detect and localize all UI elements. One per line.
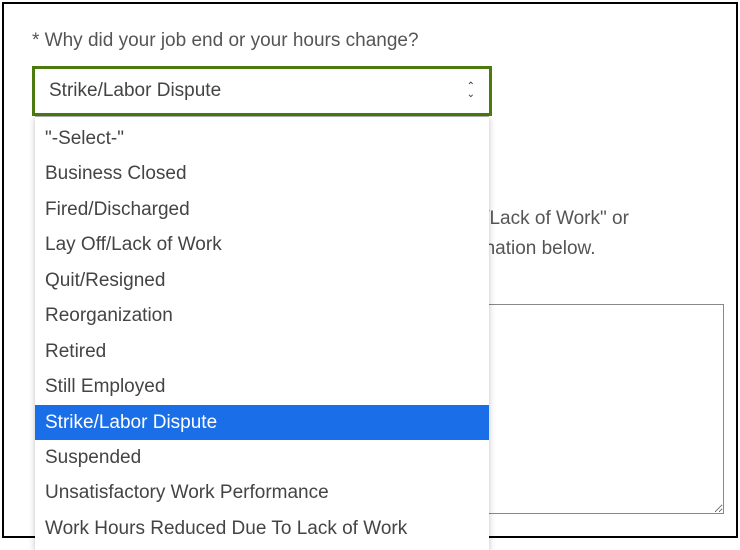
dropdown-option[interactable]: "-Select-" <box>35 121 489 156</box>
reason-select-value: Strike/Labor Dispute <box>49 80 221 102</box>
dropdown-option[interactable]: Still Employed <box>35 369 489 404</box>
dropdown-option[interactable]: Suspended <box>35 440 489 475</box>
dropdown-option[interactable]: Lay Off/Lack of Work <box>35 227 489 262</box>
dropdown-option[interactable]: Reorganization <box>35 298 489 333</box>
dropdown-option[interactable]: Business Closed <box>35 156 489 191</box>
reason-dropdown-list[interactable]: "-Select-"Business ClosedFired/Discharge… <box>35 116 489 550</box>
select-stepper-icon: ⌃ ⌄ <box>467 83 475 99</box>
reason-select-wrapper: Strike/Labor Dispute ⌃ ⌄ "-Select-"Busin… <box>32 66 492 116</box>
dropdown-option[interactable]: Work Hours Reduced Due To Lack of Work <box>35 511 489 546</box>
question-label: * Why did your job end or your hours cha… <box>32 30 708 52</box>
dropdown-option[interactable]: Quit/Resigned <box>35 263 489 298</box>
hint-line1: ff/Lack of Work" or <box>474 204 724 234</box>
form-frame: * Why did your job end or your hours cha… <box>2 2 738 538</box>
dropdown-option[interactable]: Unsatisfactory Work Performance <box>35 475 489 510</box>
reason-select[interactable]: Strike/Labor Dispute ⌃ ⌄ <box>32 66 492 116</box>
dropdown-option[interactable]: Fired/Discharged <box>35 192 489 227</box>
dropdown-option[interactable]: Strike/Labor Dispute <box>35 405 489 440</box>
hint-text-partial: ff/Lack of Work" or anation below. <box>474 204 724 265</box>
hint-line2: anation below. <box>474 234 724 264</box>
dropdown-option[interactable]: Retired <box>35 334 489 369</box>
chevron-down-icon: ⌄ <box>467 91 475 99</box>
